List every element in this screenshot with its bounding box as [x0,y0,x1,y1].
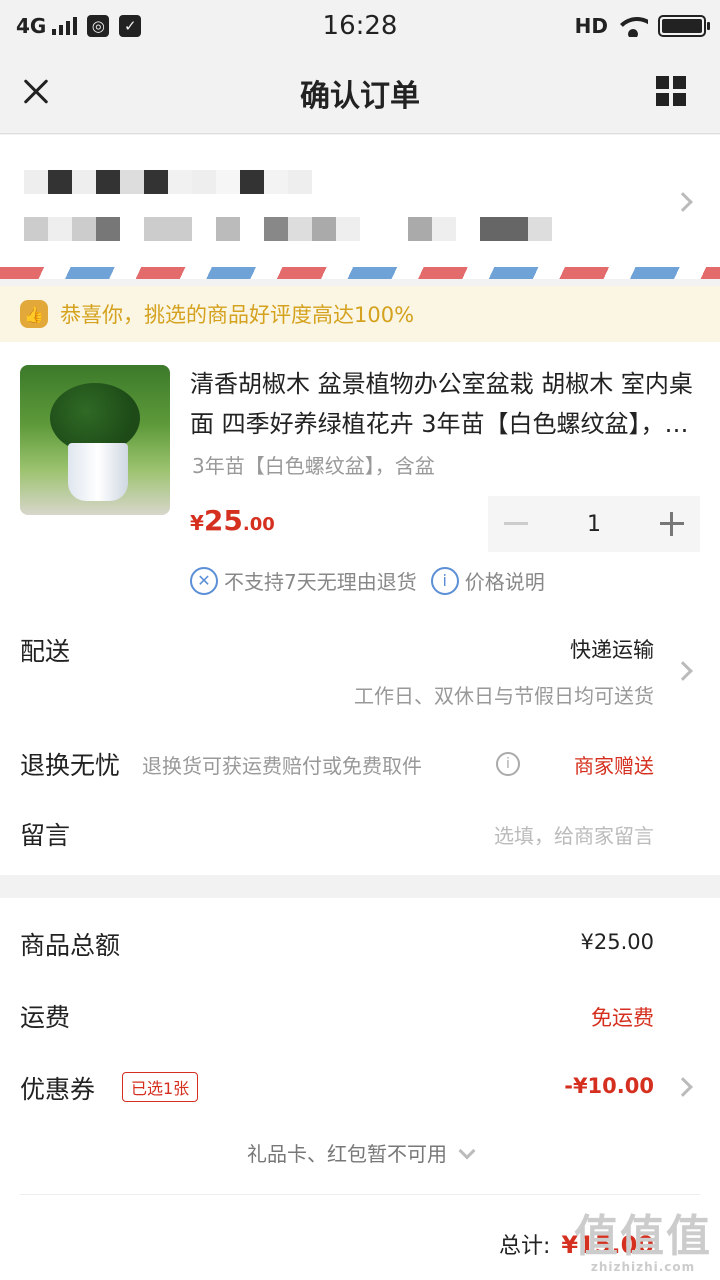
giftcard-toggle[interactable]: 礼品卡、红包暂不可用 [0,1138,720,1167]
hd-indicator: HD [574,14,608,38]
no-return-text: 不支持7天无理由退货 [224,570,417,594]
coupon-value[interactable]: -¥10.00 [564,1074,654,1098]
return-value: 商家赠送 [574,754,654,778]
airmail-border [0,267,720,279]
delivery-note: 工作日、双休日与节假日均可送货 [354,684,654,708]
delivery-label: 配送 [20,637,71,666]
checkbox-notification-icon: ✓ [119,15,142,37]
quantity-value[interactable]: 1 [587,512,601,537]
battery-icon [658,15,710,37]
chevron-down-icon [458,1142,476,1160]
nav-bar: 确认订单 [0,52,720,134]
product-spec: 3年苗【白色螺纹盆】，含盆 [192,454,435,478]
status-bar: 4G ◎ ✓ 16:28 HD [0,0,720,52]
product-image[interactable] [20,365,170,515]
chevron-right-icon[interactable] [673,1077,693,1097]
message-label: 留言 [20,821,71,850]
divider [20,1194,700,1195]
no-return-icon: ✕ [190,566,218,595]
notice-text: 恭喜你，挑选的商品好评度高达100% [60,303,415,327]
return-desc: 退换货可获运费赔付或免费取件 [142,754,422,778]
order-summary: 商品总额 ¥25.00 运费 免运费 优惠券 已选1张 -¥10.00 礼品卡、… [0,898,720,1280]
total-label: 总计: [498,1234,551,1259]
shipping-label: 运费 [20,1003,71,1032]
goods-total-label: 商品总额 [20,931,121,960]
network-type: 4G [16,14,47,38]
signal-icon [52,17,78,35]
message-input[interactable]: 选填，给商家留言 [494,820,654,849]
chevron-right-icon [673,192,693,212]
delivery-method[interactable]: 快递运输 [570,634,654,664]
quantity-stepper: 1 [488,496,700,552]
info-icon[interactable]: i [430,566,459,595]
giftcard-text: 礼品卡、红包暂不可用 [247,1142,447,1166]
coupon-selected-badge: 已选1张 [122,1072,199,1102]
return-label: 退换无忧 [20,751,121,780]
page-title: 确认订单 [300,78,420,114]
address-blurred-name [24,170,312,194]
goods-total-value: ¥25.00 [580,930,654,954]
increase-quantity-button[interactable] [644,496,700,552]
site-watermark: 值值值 zhizhizhi.com [574,1211,712,1275]
globe-icon: ◎ [87,15,110,37]
coupon-label: 优惠券 [20,1075,96,1104]
shipping-value: 免运费 [591,1006,654,1030]
info-icon[interactable]: i [496,752,520,776]
product-price: ¥25.00 [190,504,275,537]
address-blurred-detail [24,217,552,241]
wifi-icon [618,15,648,37]
thumbs-up-icon: 👍 [20,300,48,328]
product-policy: ✕ 不支持7天无理由退货 i 价格说明 [190,566,545,595]
grid-menu-icon[interactable] [656,76,686,106]
rating-notice: 👍 恭喜你，挑选的商品好评度高达100% [0,286,720,342]
shipping-address[interactable] [0,135,720,267]
product-title[interactable]: 清香胡椒木 盆景植物办公室盆栽 胡椒木 室内桌面 四季好养绿植花卉 3年苗【白色… [190,364,702,444]
chevron-right-icon[interactable] [673,661,693,681]
price-explanation-link[interactable]: 价格说明 [465,566,545,595]
close-icon[interactable] [18,74,54,110]
decrease-quantity-button[interactable] [488,496,544,552]
product-card: 清香胡椒木 盆景植物办公室盆栽 胡椒木 室内桌面 四季好养绿植花卉 3年苗【白色… [0,342,720,875]
